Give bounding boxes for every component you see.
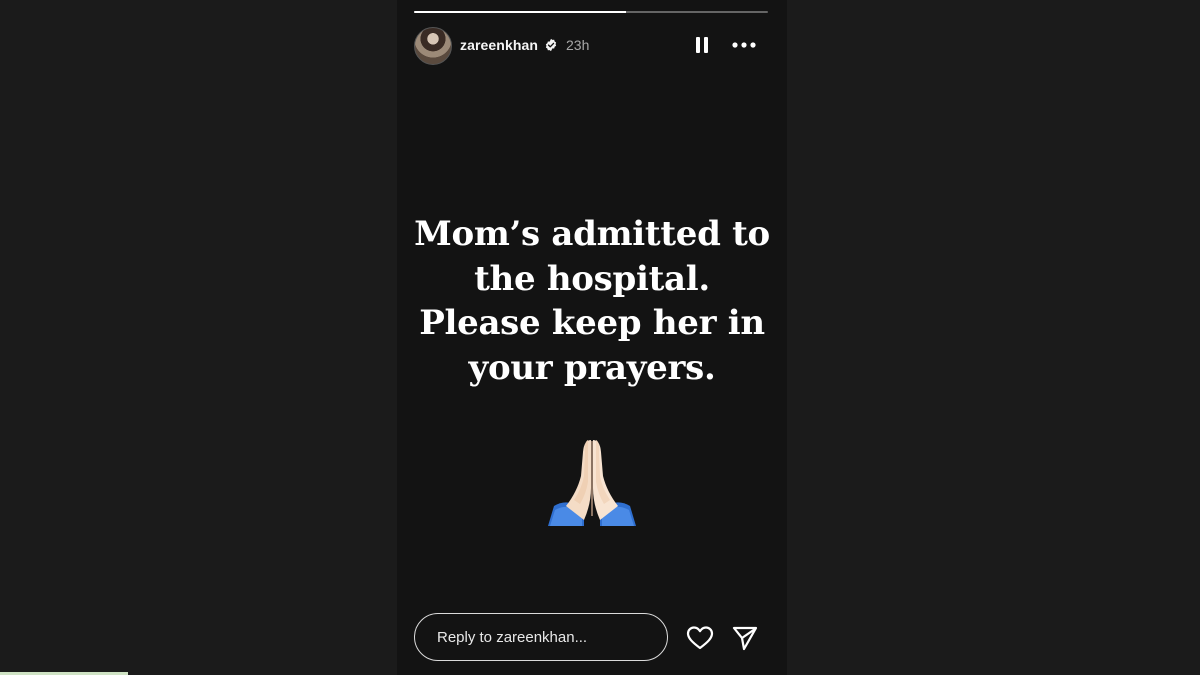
page: zareenkhan 23h Mom’s admitted to the hos… bbox=[0, 0, 1200, 675]
send-icon[interactable] bbox=[731, 624, 759, 652]
heart-icon[interactable] bbox=[686, 625, 714, 651]
story-progress-fill bbox=[414, 11, 627, 13]
pause-icon[interactable] bbox=[693, 34, 711, 56]
message-line: Mom’s admitted to bbox=[414, 214, 770, 254]
post-time: 23h bbox=[566, 37, 590, 53]
message-line: the hospital. bbox=[474, 258, 710, 299]
message-line: Please keep her in bbox=[419, 303, 765, 343]
verified-badge-icon bbox=[545, 38, 557, 52]
username[interactable]: zareenkhan bbox=[460, 37, 538, 53]
avatar[interactable] bbox=[414, 27, 452, 65]
folded-hands-icon bbox=[548, 440, 636, 526]
more-options-icon[interactable] bbox=[730, 34, 758, 56]
story-message: Mom’s admitted to the hospital. Please k… bbox=[397, 212, 787, 390]
story-progress-bar bbox=[414, 11, 768, 13]
story-header: zareenkhan 23h bbox=[414, 27, 768, 65]
story-viewer[interactable]: zareenkhan 23h Mom’s admitted to the hos… bbox=[397, 0, 787, 675]
reply-input[interactable] bbox=[414, 613, 668, 661]
message-line: your prayers. bbox=[468, 347, 716, 388]
